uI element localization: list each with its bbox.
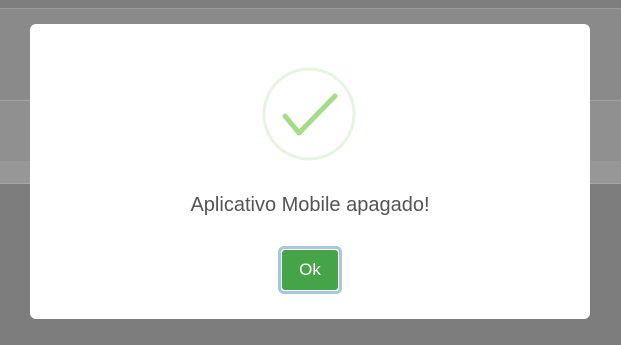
dialog-message: Aplicativo Mobile apagado! (190, 194, 430, 216)
success-dialog: Aplicativo Mobile apagado! Ok (30, 24, 590, 319)
background-top-bar (0, 0, 621, 9)
ok-button-label: Ok (282, 250, 338, 290)
ok-button[interactable]: Ok (278, 246, 342, 294)
success-check-icon (261, 66, 357, 162)
